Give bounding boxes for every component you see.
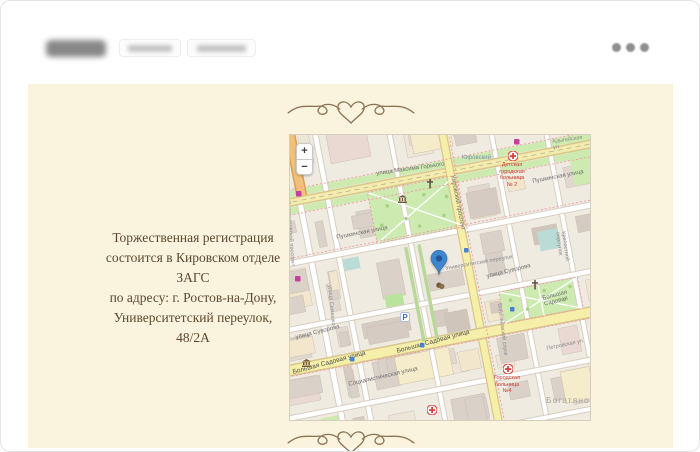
hospital-icon <box>427 405 437 415</box>
signal-icon <box>464 248 469 253</box>
map-label: Кировский <box>462 155 491 161</box>
church-icon <box>531 280 539 290</box>
hospital-icon <box>508 151 518 161</box>
map-label: Университетский переулок <box>445 254 513 272</box>
invitation-line: Университетский переулок, <box>63 308 323 328</box>
zoom-in-button[interactable]: + <box>296 143 313 159</box>
shop-icon <box>296 191 302 197</box>
nav-item-blurred-1[interactable] <box>119 39 181 57</box>
map-label: Пушкинская улица <box>336 225 388 241</box>
site-logo-blurred[interactable] <box>46 40 106 57</box>
signal-icon <box>510 307 515 312</box>
heart-flourish-icon <box>285 425 417 452</box>
map-label: Социалистическая улица <box>348 366 418 388</box>
church-icon <box>426 179 434 189</box>
museum-icon <box>398 195 407 203</box>
map-overlay: улица Максима Горького Пушкинская улица Пу… <box>290 135 590 420</box>
map-label: Городская больница №4 <box>485 375 529 395</box>
location-pin-icon[interactable] <box>429 250 449 276</box>
map-label: Кировский проспект <box>449 175 465 231</box>
invitation-line: 48/2А <box>63 328 323 348</box>
shop-icon <box>514 139 520 145</box>
map-label: улица Суворова <box>486 263 531 280</box>
map-label: Большая Садовая улица <box>396 329 470 355</box>
hospital-icon <box>503 364 513 374</box>
museum-icon <box>302 359 311 367</box>
map-label: Адыгейская ул. <box>552 134 591 151</box>
invitation-line: состоится в Кировском отделе <box>63 248 323 268</box>
map-label: улица Суворова <box>295 324 340 341</box>
parking-icon: P <box>400 312 410 322</box>
map-label: Петровская ул. <box>546 338 585 352</box>
map-label: улица Семашко <box>326 285 336 326</box>
theater-icon <box>436 282 445 290</box>
blurred-text <box>197 45 245 52</box>
invitation-line: ЗАГС <box>63 268 323 288</box>
more-options-icon[interactable] <box>612 43 649 52</box>
zoom-out-button[interactable]: − <box>296 159 313 175</box>
heart-flourish-icon <box>285 95 417 125</box>
map-label: Богатяновский спуск <box>496 303 508 356</box>
invitation-text: Торжественная регистрациясостоится в Кир… <box>63 228 323 348</box>
map-label: Большая Садовая <box>542 284 591 308</box>
signal-icon <box>350 357 355 362</box>
invitation-line: Торжественная регистрация <box>63 228 323 248</box>
map-label: Богатяновка <box>546 395 591 405</box>
map-zoom-controls: + − <box>296 143 313 175</box>
shop-icon <box>295 276 301 282</box>
invitation-line: по адресу: г. Ростов-на-Дону, <box>63 288 323 308</box>
map-label: Пушкинская улица <box>532 169 584 185</box>
svg-text:P: P <box>402 313 408 322</box>
map-label: Ворошиловский проспект <box>289 201 296 266</box>
blurred-text <box>128 45 171 52</box>
signal-icon <box>420 343 425 348</box>
map-label: Детская городская больница № 2 <box>490 162 534 188</box>
nav-item-blurred-2[interactable] <box>187 39 256 57</box>
browser-card: Торжественная регистрациясостоится в Кир… <box>0 0 700 452</box>
map-label: Крепостной переулок <box>554 231 570 262</box>
map-widget[interactable]: улица Максима Горького Пушкинская улица Пу… <box>289 134 591 421</box>
map-label: улица Максима Горького <box>376 161 445 177</box>
